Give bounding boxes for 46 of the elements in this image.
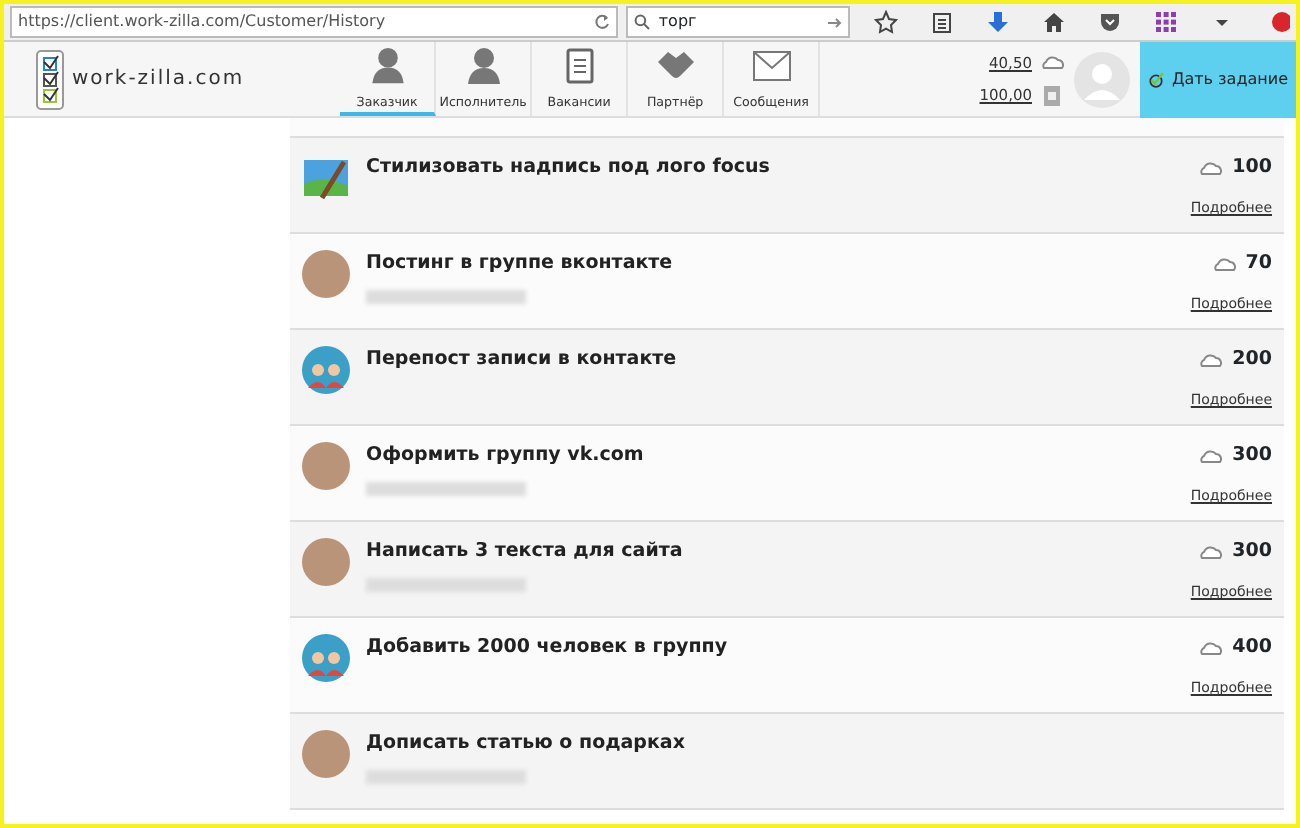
task-title: Дописать статью о подарках — [366, 730, 687, 758]
home-icon[interactable] — [1042, 10, 1066, 34]
task-price: 300 — [1232, 538, 1272, 566]
task-title: Добавить 2000 человек в группу — [366, 634, 730, 662]
person-icon — [463, 46, 504, 86]
search-field[interactable]: торг — [626, 6, 850, 38]
list-row[interactable]: Дописать статью о подарках — [290, 714, 1284, 810]
task-title: Стилизовать надпись под лого focus — [366, 154, 772, 182]
task-title: Написать 3 текста для сайта — [366, 538, 685, 566]
cloud-icon — [1200, 543, 1225, 562]
task-title: Перепост записи в контакте — [366, 346, 679, 374]
logo[interactable]: work-zilla.com — [36, 49, 245, 109]
task-price: 400 — [1232, 634, 1272, 662]
task-price: 70 — [1245, 250, 1272, 278]
task-title: Постинг в группе вконтакте — [366, 250, 675, 278]
checklist-icon — [36, 49, 64, 109]
task-price: 300 — [1232, 442, 1272, 470]
task-title: Оформить группу vk.com — [366, 442, 646, 470]
url-field[interactable]: https://client.work-zilla.com/Customer/History — [10, 6, 619, 38]
task-price: 200 — [1232, 346, 1272, 374]
post-task-button[interactable]: Дать задание — [1140, 41, 1296, 117]
photo-placeholder — [302, 538, 350, 586]
photo-placeholder — [302, 250, 350, 298]
task-price: 100 — [1232, 154, 1272, 182]
cloud-icon — [1200, 159, 1225, 178]
photo-placeholder — [302, 442, 350, 490]
cloud-icon — [1213, 255, 1238, 274]
cloud-icon — [1040, 51, 1064, 75]
cloud-icon — [1200, 351, 1225, 370]
download-icon[interactable] — [986, 10, 1010, 34]
people-icon — [302, 346, 350, 394]
cloud-icon — [1200, 639, 1225, 658]
cloud-icon — [1200, 447, 1225, 466]
reload-icon[interactable] — [594, 14, 611, 30]
grid-icon[interactable] — [1154, 10, 1178, 34]
photo-placeholder — [302, 730, 350, 778]
picture-icon — [302, 154, 350, 202]
person-icon — [367, 46, 408, 86]
clipboard-icon[interactable] — [930, 10, 954, 34]
search-icon — [634, 14, 651, 30]
arrow-icon — [828, 15, 842, 29]
badge-icon[interactable] — [1266, 10, 1290, 34]
star-icon[interactable] — [874, 10, 898, 34]
pocket-icon[interactable] — [1098, 10, 1122, 34]
safe-icon — [1040, 83, 1064, 107]
people-icon — [302, 634, 350, 682]
